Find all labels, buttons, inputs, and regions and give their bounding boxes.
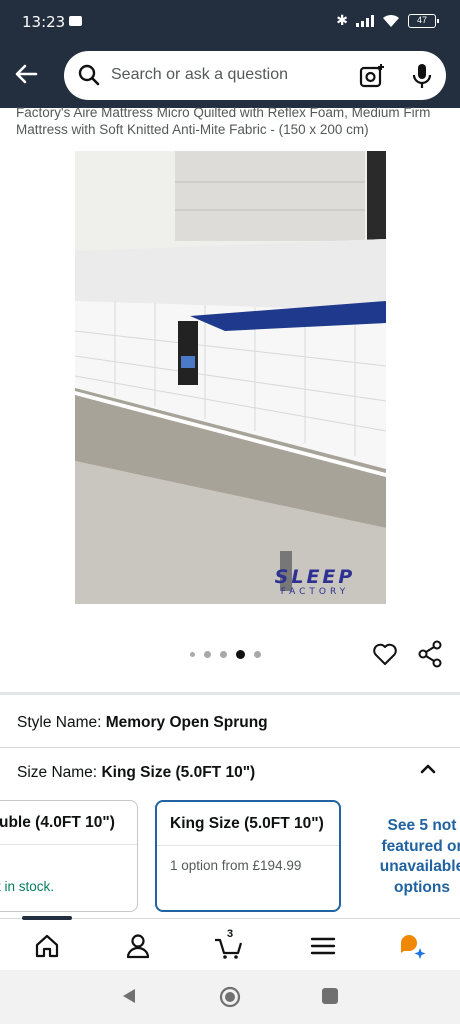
size-option-name: uble (4.0FT 10") [0,801,137,845]
row-divider [0,747,460,748]
android-nav-bar [0,970,460,1024]
carousel-dot[interactable] [220,651,227,658]
chevron-up-icon[interactable] [417,758,439,780]
size-option-stock: t in stock. [0,879,55,894]
carousel-dot[interactable] [204,651,211,658]
heart-icon[interactable] [372,641,398,667]
search-input[interactable]: Search or ask a question [111,66,288,84]
message-icon [69,16,82,26]
nav-home-icon[interactable] [219,986,241,1008]
status-bar: 13:23 ✱ 47 [0,0,460,44]
size-label: Size Name: [17,764,98,781]
size-option-name: King Size (5.0FT 10") [157,802,339,846]
carousel-dot[interactable] [190,652,195,657]
assistant-icon[interactable] [398,931,428,961]
active-tab-indicator [22,916,72,920]
search-bar[interactable]: Search or ask a question [64,51,446,100]
product-image[interactable] [75,151,386,604]
size-value: King Size (5.0FT 10") [101,764,256,781]
size-option-card[interactable]: uble (4.0FT 10") t in stock. [0,800,138,912]
microphone-icon[interactable] [411,62,433,90]
watermark-line-1: SLEEP [274,566,356,588]
product-title: Factory's Aire Mattress Micro Quilted wi… [16,105,431,137]
battery-icon: 47 [408,13,439,28]
status-time: 13:23 [22,13,66,31]
size-option-price: 1 option from £194.99 [170,858,302,873]
back-arrow-icon[interactable] [12,60,40,88]
cart-count: 3 [227,928,234,940]
size-name-row[interactable]: Size Name: King Size (5.0FT 10") [17,764,255,782]
style-name-row: Style Name: Memory Open Sprung [17,714,268,732]
watermark-line-2: FACTORY [280,587,350,597]
section-divider [0,692,460,695]
nav-back-icon[interactable] [121,988,137,1004]
more-options-link[interactable]: See 5 not featured or unavailable option… [372,816,460,898]
status-icons: ✱ 47 [336,12,439,29]
cart-tab[interactable]: 3 [213,928,243,961]
image-carousel-dots[interactable] [190,650,261,659]
home-icon[interactable] [32,931,62,961]
menu-icon[interactable] [308,931,338,961]
style-value: Memory Open Sprung [105,714,268,731]
app-header: 13:23 ✱ 47 Search or ask a question [0,0,460,108]
carousel-dot[interactable] [254,651,261,658]
style-label: Style Name: [17,714,102,731]
wifi-icon [383,14,399,27]
mattress-photo [75,151,386,604]
signal-icon [356,14,374,27]
bluetooth-icon: ✱ [336,12,348,28]
bottom-tab-bar: 3 [0,916,460,970]
share-icon[interactable] [417,640,443,668]
size-option-card-selected[interactable]: King Size (5.0FT 10") 1 option from £194… [155,800,341,912]
account-icon[interactable] [123,931,153,961]
nav-recents-icon[interactable] [322,988,338,1004]
carousel-dot-active[interactable] [236,650,245,659]
search-icon [78,64,100,86]
brand-watermark: SLEEP FACTORY [240,566,390,598]
camera-search-icon[interactable] [359,63,385,89]
